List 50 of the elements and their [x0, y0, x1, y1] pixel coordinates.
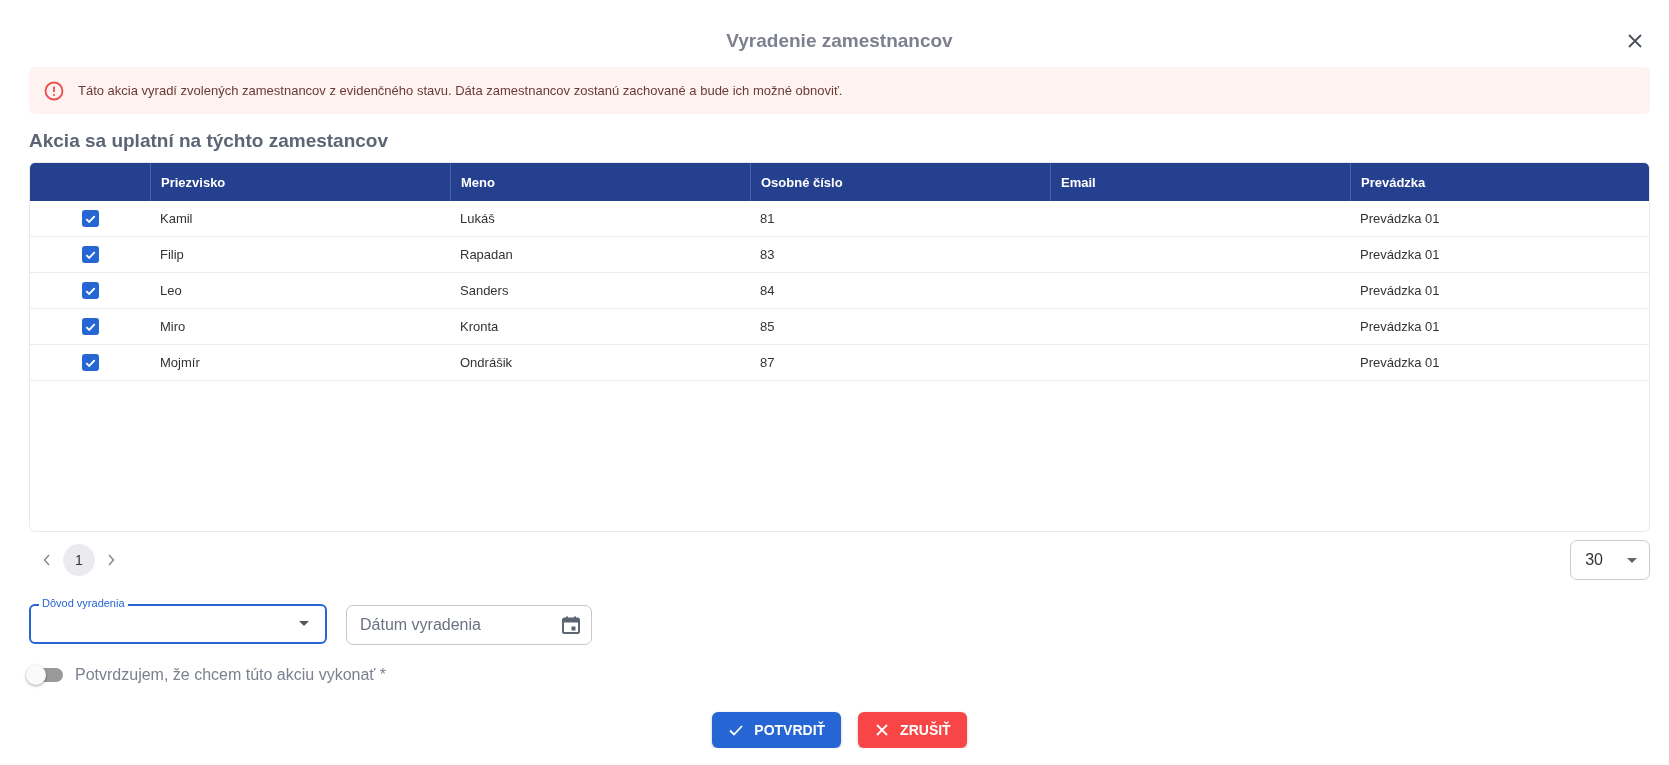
- table-cell: Leo: [160, 283, 182, 298]
- table-cell: Kronta: [460, 319, 499, 334]
- chevron-left-icon: [43, 554, 51, 566]
- row-checkbox[interactable]: [81, 246, 99, 263]
- column-header: Osobné číslo: [750, 163, 1050, 201]
- column-header: Meno: [450, 163, 750, 201]
- calendar-icon: [561, 615, 581, 635]
- column-header: Priezvisko: [150, 163, 450, 201]
- table-cell: Prevádzka 01: [1360, 247, 1440, 262]
- field-label: Dôvod vyradenia: [39, 596, 128, 610]
- close-icon: [874, 722, 891, 738]
- table-cell: 84: [760, 283, 775, 298]
- table-cell: 81: [760, 211, 775, 226]
- table-cell: 87: [760, 355, 775, 370]
- page-size-select[interactable]: 30: [1570, 540, 1650, 580]
- warning-icon: [44, 80, 64, 101]
- table-cell: Kamil: [160, 211, 193, 226]
- table-cell: Prevádzka 01: [1360, 211, 1440, 226]
- cancel-button[interactable]: ZRUŠIŤ: [858, 712, 967, 748]
- page-button[interactable]: 1: [63, 544, 95, 576]
- row-checkbox[interactable]: [81, 210, 99, 227]
- table-cell: Prevádzka 01: [1360, 319, 1440, 334]
- dropdown-caret-icon: [1627, 557, 1637, 563]
- table-cell: Rapadan: [460, 247, 513, 262]
- date-field[interactable]: Dátum vyradenia: [346, 605, 592, 645]
- table-cell: Prevádzka 01: [1360, 283, 1440, 298]
- toggle-switch[interactable]: [29, 668, 63, 682]
- chevron-right-icon: [107, 554, 115, 566]
- table-cell: Mojmír: [160, 355, 200, 370]
- section-heading: Akcia sa uplatní na týchto zamestancov: [29, 130, 389, 152]
- confirm-button[interactable]: POTVRDIŤ: [712, 712, 842, 748]
- reason-select[interactable]: Dôvod vyradenia: [29, 595, 327, 644]
- column-header: Prevádzka: [1350, 163, 1649, 201]
- row-checkbox[interactable]: [81, 354, 99, 371]
- column-header: Email: [1050, 163, 1350, 201]
- close-icon: [1627, 33, 1643, 49]
- table-cell: 85: [760, 319, 775, 334]
- row-checkbox[interactable]: [81, 282, 99, 299]
- toggle-label: Potvrdzujem, že chcem túto akciu vykonať *: [75, 666, 387, 684]
- table-cell: Lukáš: [460, 211, 495, 226]
- table-cell: Ondrášik: [460, 355, 513, 370]
- dropdown-caret-icon: [299, 621, 309, 626]
- alert-text: Táto akcia vyradí zvolených zamestnancov z evidenčného stavu. Dáta zamestnancov zostanú zachované a bude ich možné obnoviť.: [78, 83, 843, 98]
- dialog-title: Vyradenie zamestnancov: [726, 30, 953, 52]
- table-cell: 83: [760, 247, 775, 262]
- table-cell: Sanders: [460, 283, 509, 298]
- table-cell: Prevádzka 01: [1360, 355, 1440, 370]
- row-checkbox[interactable]: [81, 318, 99, 335]
- table-cell: Filip: [160, 247, 184, 262]
- table-cell: Miro: [160, 319, 186, 334]
